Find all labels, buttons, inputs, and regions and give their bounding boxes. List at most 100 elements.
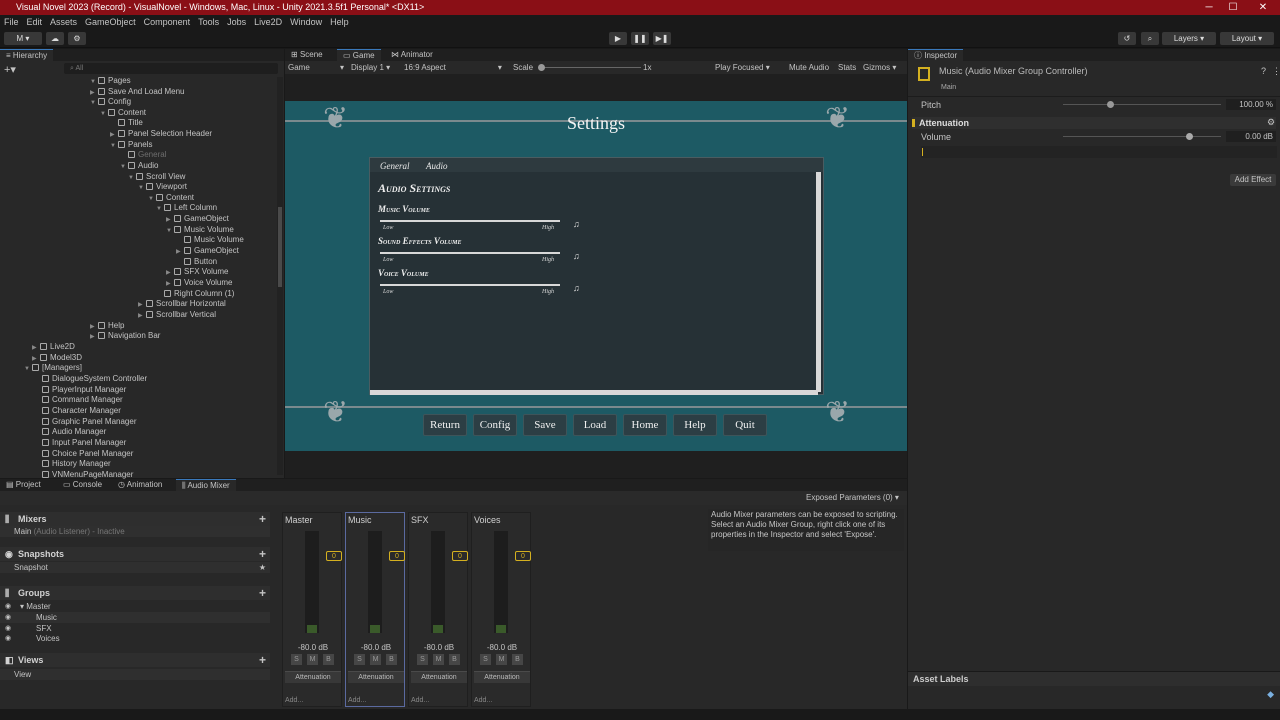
solo-button[interactable]: S	[417, 654, 428, 665]
hierarchy-item[interactable]: ▶ Help	[90, 321, 124, 331]
groups-header[interactable]: ⫼ Groups +	[0, 586, 270, 600]
sfx-volume-slider[interactable]	[380, 252, 560, 254]
foldout-arrow-icon[interactable]: ▶	[166, 215, 174, 225]
hierarchy-item[interactable]: DialogueSystem Controller	[34, 374, 147, 384]
display-dropdown[interactable]: Display 1 ▾	[351, 61, 390, 74]
fader-handle[interactable]: 0	[389, 551, 405, 561]
foldout-arrow-icon[interactable]: ▼	[138, 183, 146, 193]
foldout-arrow-icon[interactable]: ▼	[156, 204, 164, 214]
dialog-scrollbar[interactable]	[816, 172, 821, 392]
return-button[interactable]: Return	[423, 414, 467, 436]
foldout-arrow-icon[interactable]: ▼	[90, 98, 98, 108]
add-effect-link[interactable]: Add...	[474, 697, 492, 704]
voice-note-icon[interactable]: ♫	[573, 283, 580, 293]
attenuation-effect[interactable]: Attenuation	[474, 671, 530, 683]
gizmos-dropdown[interactable]: Gizmos ▾	[863, 61, 896, 74]
cloud-icon[interactable]: ☁	[46, 32, 64, 45]
add-group-icon[interactable]: +	[259, 586, 266, 600]
view-item[interactable]: View	[0, 669, 270, 680]
game-view-dropdown[interactable]: Game ▾	[288, 61, 344, 74]
scale-slider[interactable]	[538, 64, 641, 71]
more-icon[interactable]: ⋮	[1272, 66, 1280, 77]
dialog-hscrollbar[interactable]	[370, 390, 818, 395]
volume-field[interactable]: 0.00 dB	[1226, 131, 1276, 142]
hierarchy-item[interactable]: ▼ Scroll View	[128, 172, 185, 182]
close-button[interactable]: ✕	[1250, 0, 1276, 15]
menu-window[interactable]: Window	[290, 17, 322, 27]
hierarchy-item[interactable]: ▼ Content	[100, 108, 146, 118]
volume-slider[interactable]	[1063, 133, 1221, 140]
foldout-arrow-icon[interactable]: ▼	[100, 109, 108, 119]
asset-labels-header[interactable]: Asset Labels	[908, 672, 1280, 686]
hierarchy-item[interactable]: ▼ Config	[90, 97, 131, 107]
foldout-arrow-icon[interactable]: ▼	[120, 162, 128, 172]
settings-gear-icon[interactable]: ⚙	[1267, 117, 1275, 128]
foldout-arrow-icon[interactable]: ▶	[138, 311, 146, 321]
quit-button[interactable]: Quit	[723, 414, 767, 436]
hierarchy-item[interactable]: ▶ Live2D	[32, 342, 75, 352]
foldout-arrow-icon[interactable]: ▶	[90, 332, 98, 342]
hierarchy-item[interactable]: History Manager	[34, 459, 111, 469]
hierarchy-item[interactable]: Command Manager	[34, 395, 123, 405]
foldout-arrow-icon[interactable]: ▶	[166, 279, 174, 289]
tag-icon[interactable]: ◆	[1267, 689, 1274, 700]
foldout-arrow-icon[interactable]: ▶	[176, 247, 184, 257]
tab-animator[interactable]: ⋈ Animator	[385, 49, 439, 61]
mixer-strip-music[interactable]: Music 0 -80.0 dB S M B Attenuation Add...	[345, 512, 405, 707]
add-effect-link[interactable]: Add...	[348, 697, 366, 704]
help-icon[interactable]: ?	[1261, 66, 1266, 76]
solo-button[interactable]: S	[354, 654, 365, 665]
home-button[interactable]: Home	[623, 414, 667, 436]
hierarchy-search-input[interactable]: ⌕ All	[64, 63, 278, 74]
menu-edit[interactable]: Edit	[27, 17, 43, 27]
history-icon[interactable]: ↺	[1118, 32, 1136, 45]
music-note-icon[interactable]: ♫	[573, 219, 580, 229]
attenuation-effect[interactable]: Attenuation	[348, 671, 404, 683]
attenuation-effect[interactable]: Attenuation	[411, 671, 467, 683]
hierarchy-item[interactable]: Title	[110, 118, 143, 128]
hierarchy-item[interactable]: ▶ GameObject	[176, 246, 239, 256]
tab-general[interactable]: General	[380, 161, 410, 171]
mixer-strip-master[interactable]: Master 0 -80.0 dB S M B Attenuation Add...	[282, 512, 342, 707]
menu-assets[interactable]: Assets	[50, 17, 77, 27]
foldout-arrow-icon[interactable]: ▼	[128, 173, 136, 183]
snapshot-item[interactable]: Snapshot ★	[0, 562, 270, 573]
views-header[interactable]: ◧ Views +	[0, 653, 270, 667]
hierarchy-item[interactable]: Character Manager	[34, 406, 121, 416]
add-icon[interactable]: +▾	[4, 63, 16, 76]
solo-button[interactable]: S	[291, 654, 302, 665]
tab-project[interactable]: ▤ Project	[0, 479, 47, 491]
hierarchy-item[interactable]: ▼ Left Column	[156, 203, 217, 213]
tab-hierarchy[interactable]: ≡ Hierarchy	[0, 49, 54, 61]
foldout-arrow-icon[interactable]: ▶	[110, 130, 118, 140]
menu-help[interactable]: Help	[330, 17, 349, 27]
hierarchy-item[interactable]: ▶ Scrollbar Horizontal	[138, 299, 226, 309]
music-volume-slider[interactable]	[380, 220, 560, 222]
fader-handle[interactable]: 0	[452, 551, 468, 561]
play-focused-dropdown[interactable]: Play Focused ▾	[715, 61, 770, 74]
bypass-button[interactable]: B	[386, 654, 397, 665]
foldout-arrow-icon[interactable]: ▼	[166, 226, 174, 236]
exposed-parameters-dropdown[interactable]: Exposed Parameters (0) ▾	[806, 493, 899, 502]
solo-button[interactable]: S	[480, 654, 491, 665]
stats-toggle[interactable]: Stats	[838, 61, 856, 74]
help-button[interactable]: Help	[673, 414, 717, 436]
save-button[interactable]: Save	[523, 414, 567, 436]
mixer-strip-voices[interactable]: Voices 0 -80.0 dB S M B Attenuation Add...	[471, 512, 531, 707]
add-mixer-icon[interactable]: +	[259, 512, 266, 526]
tab-animation[interactable]: ◷ Animation	[112, 479, 168, 491]
foldout-arrow-icon[interactable]: ▶	[32, 343, 40, 353]
hierarchy-item[interactable]: ▼ Viewport	[138, 182, 187, 192]
hierarchy-item[interactable]: ▼ Pages	[90, 76, 131, 86]
hierarchy-item[interactable]: Graphic Panel Manager	[34, 417, 137, 427]
pause-button[interactable]: ❚❚	[631, 32, 649, 45]
group-master[interactable]: ◉ ▾ Master	[0, 601, 270, 612]
mixers-header[interactable]: ⫼ Mixers +	[0, 512, 270, 526]
fader-handle[interactable]: 0	[326, 551, 342, 561]
mute-audio-toggle[interactable]: Mute Audio	[789, 61, 829, 74]
hierarchy-item[interactable]: ▶ GameObject	[166, 214, 229, 224]
tab-scene[interactable]: ⊞ Scene	[285, 49, 329, 61]
account-button[interactable]: M ▾	[4, 32, 42, 45]
pitch-field[interactable]: 100.00 %	[1226, 99, 1276, 110]
hierarchy-item[interactable]: ▶ Navigation Bar	[90, 331, 160, 341]
